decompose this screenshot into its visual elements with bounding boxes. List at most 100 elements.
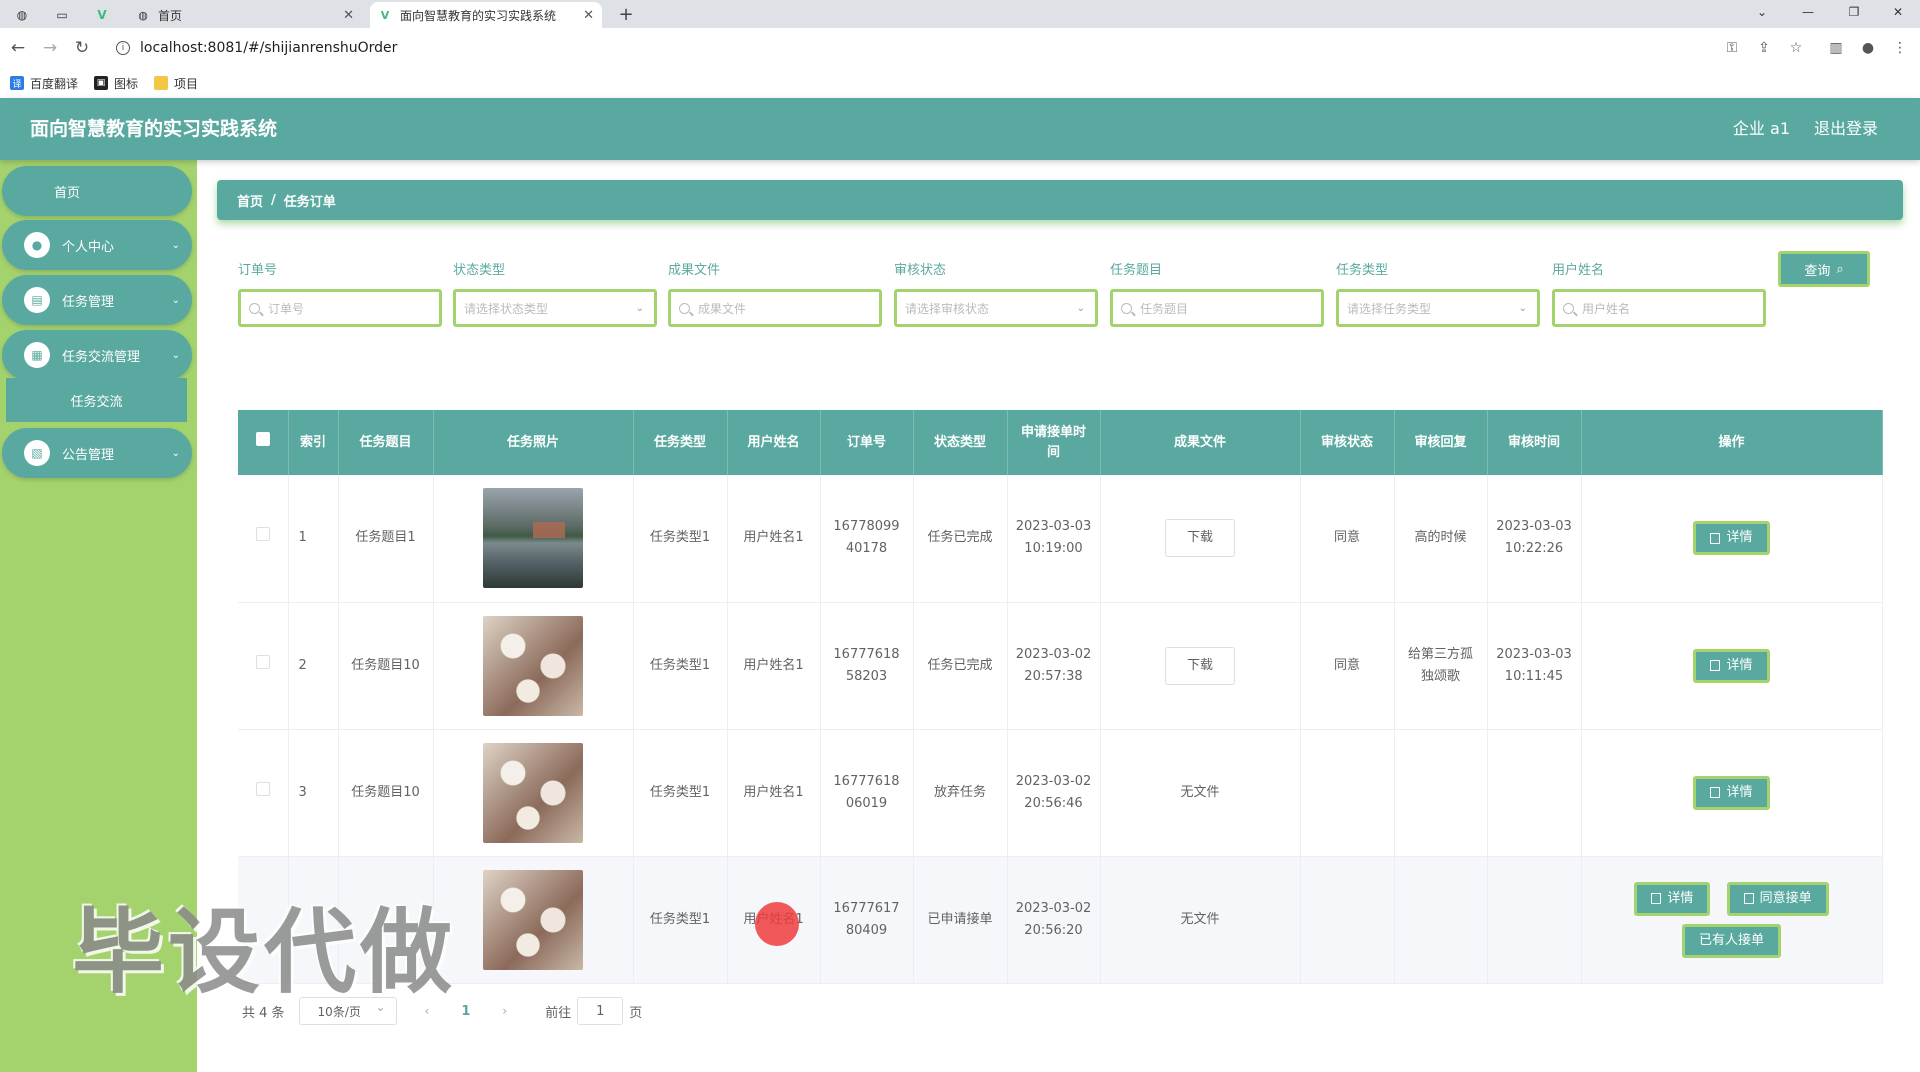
already-taken-button[interactable]: 已有人接单 — [1681, 923, 1781, 958]
breadcrumb-home[interactable]: 首页 — [237, 191, 263, 210]
download-button[interactable]: 下载 — [1165, 646, 1235, 685]
chevron-down-icon: ⌄ — [171, 447, 180, 459]
task-photo[interactable] — [483, 488, 583, 589]
share-icon[interactable]: ⇪ — [1754, 38, 1774, 58]
back-icon[interactable]: ← — [6, 36, 30, 60]
next-page-icon[interactable]: › — [502, 1004, 507, 1018]
profile-icon[interactable]: ● — [1858, 38, 1878, 58]
tab-search-icon[interactable]: ⌄ — [1742, 0, 1782, 24]
row-checkbox[interactable] — [255, 527, 270, 542]
cell-title: 任务题目1 — [338, 475, 434, 603]
audit-status-select[interactable]: 请选择审核状态 ⌄ — [894, 289, 1098, 327]
bookmark-icons[interactable]: ▣ 图标 — [94, 75, 138, 92]
cell-audit-time — [1487, 856, 1582, 984]
filter-label-title: 任务题目 — [1110, 263, 1163, 278]
bookmark-translate[interactable]: 译百度翻译 — [10, 75, 78, 92]
cell-reply: 给第三方孤独颂歌 — [1394, 602, 1488, 730]
filter-label-file: 成果文件 — [668, 263, 721, 278]
task-type-select[interactable]: 请选择任务类型 ⌄ — [1336, 289, 1540, 327]
task-title-input[interactable]: 任务题目 — [1110, 289, 1324, 327]
tab-favicon-3[interactable]: V — [88, 2, 116, 28]
tab-home[interactable]: ◍ 首页 ✕ — [130, 2, 362, 28]
detail-button[interactable]: 详情 — [1693, 775, 1770, 810]
input-placeholder: 成果文件 — [698, 301, 747, 316]
user-name-input[interactable]: 用户姓名 — [1552, 289, 1766, 327]
order-number-input[interactable]: 订单号 — [238, 289, 442, 327]
task-photo[interactable] — [483, 615, 583, 716]
task-photo[interactable] — [483, 742, 583, 843]
approve-order-button[interactable]: 同意接单 — [1726, 881, 1829, 916]
logout-button[interactable]: 退出登录 — [1814, 98, 1878, 160]
clipboard-icon: ▦ — [24, 342, 50, 368]
download-button[interactable]: 下载 — [1165, 519, 1235, 558]
sidebar-item-home[interactable]: 首页 — [2, 166, 192, 216]
restore-icon[interactable]: ❐ — [1834, 0, 1874, 24]
sidepanel-icon[interactable]: ▥ — [1826, 38, 1846, 58]
select-all-cell[interactable] — [238, 410, 289, 475]
detail-button[interactable]: 详情 — [1693, 521, 1770, 556]
tab-favicon-1[interactable]: ◍ — [8, 2, 36, 28]
sidebar-item-personal[interactable]: ● 个人中心 ⌄ — [2, 220, 192, 270]
row-select-cell[interactable] — [238, 729, 289, 857]
tab-favicon-2[interactable]: ▭ — [48, 2, 76, 28]
user-icon: ● — [24, 232, 50, 258]
reload-icon[interactable]: ↻ — [70, 36, 94, 60]
result-file-input[interactable]: 成果文件 — [668, 289, 882, 327]
row-checkbox[interactable] — [255, 654, 270, 669]
col-header: 状态类型 — [913, 410, 1008, 475]
row-checkbox[interactable] — [255, 781, 270, 796]
cell-status: 已申请接单 — [913, 856, 1008, 984]
goto-value: 1 — [596, 1003, 605, 1019]
detail-button[interactable]: 详情 — [1634, 881, 1711, 916]
row-select-cell[interactable] — [238, 475, 289, 603]
cell-type: 任务类型1 — [633, 475, 728, 603]
status-type-select[interactable]: 请选择状态类型 ⌄ — [453, 289, 657, 327]
minimize-icon[interactable]: — — [1788, 0, 1828, 24]
sidebar-item-task-exchange[interactable]: ▦ 任务交流管理 ⌄ — [2, 330, 192, 380]
sidebar-subitem-task-exchange[interactable]: 任务交流 — [6, 378, 187, 422]
row-select-cell[interactable] — [238, 602, 289, 730]
cell-apply-time: 2023-03-02 20:57:38 — [1007, 602, 1101, 730]
search-icon — [679, 302, 690, 314]
col-header: 索引 — [288, 410, 339, 475]
forward-icon[interactable]: → — [38, 36, 62, 60]
url-text: localhost:8081/#/shijianrenshuOrder — [140, 40, 398, 56]
key-icon[interactable]: ⚿ — [1722, 38, 1742, 58]
tab-active[interactable]: V 面向智慧教育的实习实践系统 ✕ — [370, 2, 602, 28]
close-icon[interactable]: ✕ — [583, 8, 594, 23]
goto-page-input[interactable]: 1 — [577, 997, 624, 1025]
table-row: 1 任务题目1 任务类型1 用户姓名1 1677809940178 任务已完成 … — [238, 475, 1883, 603]
book-icon — [1743, 893, 1754, 904]
close-icon[interactable]: ✕ — [343, 8, 354, 23]
page-number[interactable]: 1 — [461, 1004, 470, 1019]
star-icon[interactable]: ☆ — [1786, 38, 1806, 58]
select-all-checkbox[interactable] — [255, 432, 270, 446]
cell-order: 1677761780409 — [820, 856, 914, 984]
bookmark-project[interactable]: 项目 — [154, 75, 198, 92]
notice-icon: ▧ — [24, 440, 50, 466]
cell-user: 用户姓名1 — [727, 729, 821, 857]
col-header: 用户姓名 — [727, 410, 821, 475]
info-icon[interactable]: i — [116, 41, 130, 55]
sidebar-item-notices[interactable]: ▧ 公告管理 ⌄ — [2, 428, 192, 478]
chevron-down-icon: ⌄ — [635, 302, 644, 314]
sidebar-item-tasks[interactable]: ▤ 任务管理 ⌄ — [2, 275, 192, 325]
bookmark-label: 图标 — [114, 76, 139, 91]
query-button[interactable]: 查询 ⌕ — [1778, 251, 1870, 287]
new-tab-button[interactable]: + — [614, 2, 638, 26]
goto-label: 前往 — [545, 1005, 572, 1021]
briefcase-icon: ▤ — [24, 287, 50, 313]
cell-file: 无文件 — [1100, 729, 1301, 857]
table-row: 2 任务题目10 任务类型1 用户姓名1 1677761858203 任务已完成… — [238, 602, 1883, 730]
url-field[interactable]: i localhost:8081/#/shijianrenshuOrder — [104, 32, 1764, 64]
menu-icon[interactable]: ⋮ — [1890, 38, 1910, 58]
sidebar-item-label: 首页 — [53, 185, 80, 201]
task-photo[interactable] — [483, 869, 583, 970]
page-icon: ▭ — [56, 8, 68, 22]
breadcrumb-separator: / — [271, 192, 276, 208]
detail-button[interactable]: 详情 — [1693, 648, 1770, 683]
search-icon — [1563, 302, 1574, 314]
filter-label-type: 任务类型 — [1336, 263, 1389, 278]
input-placeholder: 用户姓名 — [1582, 301, 1631, 316]
window-close-icon[interactable]: ✕ — [1878, 0, 1918, 24]
